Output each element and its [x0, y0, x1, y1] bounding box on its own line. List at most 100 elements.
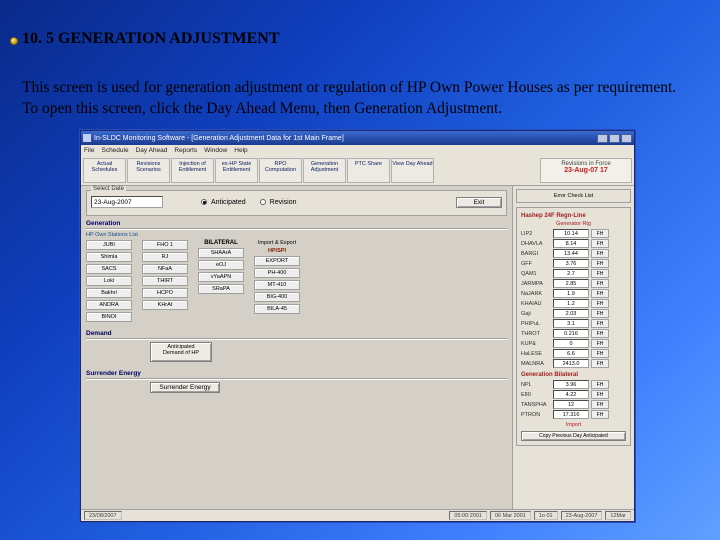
- row-label: GFF: [521, 261, 551, 267]
- radio-anticipated[interactable]: [201, 199, 207, 205]
- copy-prev-button[interactable]: Copy Previous Day Anticipated: [521, 431, 626, 441]
- gen-col-1: JUBI Shimla SACS Loki Bakhri ANDRA BINOI: [86, 240, 132, 322]
- exit-button[interactable]: Exit: [456, 197, 502, 208]
- tbtn-actual[interactable]: Actual Schedules: [83, 158, 126, 183]
- tbtn-rpo[interactable]: RPO Computation: [259, 158, 302, 183]
- close-button[interactable]: [621, 134, 632, 143]
- gen-cell[interactable]: ANDRA: [86, 300, 132, 310]
- right-pane: Error Check List Hashep 24F Regn-Line Ge…: [512, 186, 634, 509]
- row-value[interactable]: 17.316: [553, 410, 589, 419]
- impexp-head: Import & Export: [254, 240, 300, 246]
- row-value[interactable]: 13.44: [553, 249, 589, 258]
- menu-help[interactable]: Help: [234, 147, 247, 154]
- tbtn-injection[interactable]: Injection of Entitlement: [171, 158, 214, 183]
- gen-cell[interactable]: SRaPA: [198, 284, 244, 294]
- row-label: THROT: [521, 331, 551, 337]
- menu-dayahead[interactable]: Day Ahead: [136, 147, 168, 154]
- menu-file[interactable]: File: [84, 147, 94, 154]
- menu-reports[interactable]: Reports: [174, 147, 197, 154]
- row-value[interactable]: 0.216: [553, 329, 589, 338]
- row-label: TANSPHA: [521, 402, 551, 408]
- gen-cell[interactable]: BIG-400: [254, 292, 300, 302]
- tbtn-genadj[interactable]: Generation Adjustment: [303, 158, 346, 183]
- regn-box: Hashep 24F Regn-Line Generator Rtg LIP21…: [516, 207, 631, 446]
- gen-col-3: BILATERAL SHAArA eOJ vYaAPN SRaPA: [198, 240, 244, 322]
- row-value[interactable]: 2.85: [553, 279, 589, 288]
- gen-cell[interactable]: FHO 1: [142, 240, 188, 250]
- gen-cell[interactable]: Loki: [86, 276, 132, 286]
- gen-cell[interactable]: SACS: [86, 264, 132, 274]
- row-label: KUP&: [521, 341, 551, 347]
- row-value[interactable]: 2.7: [553, 269, 589, 278]
- demand-button[interactable]: Anticipated Demand of HP: [150, 342, 212, 362]
- gen-cell[interactable]: HCPO: [142, 288, 188, 298]
- gen-cell[interactable]: NFaA: [142, 264, 188, 274]
- surrender-button[interactable]: Surrender Energy: [150, 382, 220, 393]
- row-label: E80: [521, 392, 551, 398]
- row-unit: FH: [591, 279, 609, 288]
- gen-cell[interactable]: JUBI: [86, 240, 132, 250]
- tbtn-revisions[interactable]: Revisions Scenarios: [127, 158, 170, 183]
- row-label: MALNRA: [521, 361, 551, 367]
- row-value[interactable]: 2.03: [553, 309, 589, 318]
- row-unit: FH: [591, 269, 609, 278]
- row-value[interactable]: 2413.0: [553, 359, 589, 368]
- slide-heading: 10. 5 GENERATION ADJUSTMENT: [22, 30, 280, 48]
- row-label: NaJARK: [521, 291, 551, 297]
- tbtn-view[interactable]: View Day Ahead: [391, 158, 434, 183]
- row-value[interactable]: 6.6: [553, 349, 589, 358]
- gen-cell[interactable]: Bakhri: [86, 288, 132, 298]
- gen-cell[interactable]: PH-400: [254, 268, 300, 278]
- row-value[interactable]: 1.2: [553, 299, 589, 308]
- value-row: MALNRA2413.0FH: [521, 359, 626, 368]
- toolbar-date: 23-Aug-07 17: [541, 167, 631, 174]
- status-seg: 1o 01: [534, 511, 558, 520]
- gen-cell[interactable]: SHAArA: [198, 248, 244, 258]
- radio-revision[interactable]: [260, 199, 266, 205]
- row-value[interactable]: 4.22: [553, 390, 589, 399]
- gen-cell[interactable]: KHrAt: [142, 300, 188, 310]
- value-row: LIP210.14FH: [521, 229, 626, 238]
- gen-cell[interactable]: eOJ: [198, 260, 244, 270]
- tbtn-exhp[interactable]: ex-HP State Entitlement: [215, 158, 258, 183]
- slide-body: This screen is used for generation adjus…: [22, 78, 692, 120]
- row-value[interactable]: 3.76: [553, 259, 589, 268]
- maximize-button[interactable]: [609, 134, 620, 143]
- row-value[interactable]: 0: [553, 339, 589, 348]
- gen-cell[interactable]: BINOI: [86, 312, 132, 322]
- row-unit: FH: [591, 390, 609, 399]
- row-unit: FH: [591, 349, 609, 358]
- row-value[interactable]: 1.9: [553, 289, 589, 298]
- row-label: BARGI: [521, 251, 551, 257]
- row-value[interactable]: 3.1: [553, 319, 589, 328]
- row-unit: FH: [591, 299, 609, 308]
- menu-window[interactable]: Window: [204, 147, 227, 154]
- select-date-group: Select Date 23-Aug-2007 Anticipated Revi…: [86, 190, 507, 216]
- row-unit: FH: [591, 259, 609, 268]
- gen-cell[interactable]: RJ: [142, 252, 188, 262]
- row-label: JARMPA: [521, 281, 551, 287]
- row-value[interactable]: 10.14: [553, 229, 589, 238]
- minimize-button[interactable]: [597, 134, 608, 143]
- row-label: PTRON: [521, 412, 551, 418]
- row-value[interactable]: 3.96: [553, 380, 589, 389]
- gen-cell[interactable]: vYaAPN: [198, 272, 244, 282]
- status-seg: 23/08/2007: [84, 511, 122, 520]
- menu-schedule[interactable]: Schedule: [101, 147, 128, 154]
- row-unit: FH: [591, 339, 609, 348]
- gen-cell[interactable]: MT-410: [254, 280, 300, 290]
- gen-cell[interactable]: Shimla: [86, 252, 132, 262]
- date-input[interactable]: 23-Aug-2007: [91, 196, 163, 208]
- row-label: QAM1: [521, 271, 551, 277]
- row-value[interactable]: 8.14: [553, 239, 589, 248]
- demand-head: Demand: [86, 330, 507, 337]
- tbtn-ptc[interactable]: PTC Share: [347, 158, 390, 183]
- gen-cell[interactable]: BILA-45: [254, 304, 300, 314]
- titlebar: In-SLDC Monitoring Software - [Generatio…: [81, 131, 634, 145]
- row-value[interactable]: 12: [553, 400, 589, 409]
- radio-anticipated-label: Anticipated: [211, 199, 246, 206]
- value-row: Gaji2.03FH: [521, 309, 626, 318]
- gen-cell[interactable]: THIRT: [142, 276, 188, 286]
- gen-cell[interactable]: EXPORT: [254, 256, 300, 266]
- statusbar: 23/08/2007 05:00:2001 06 Mar 2001 1o 01 …: [81, 509, 634, 521]
